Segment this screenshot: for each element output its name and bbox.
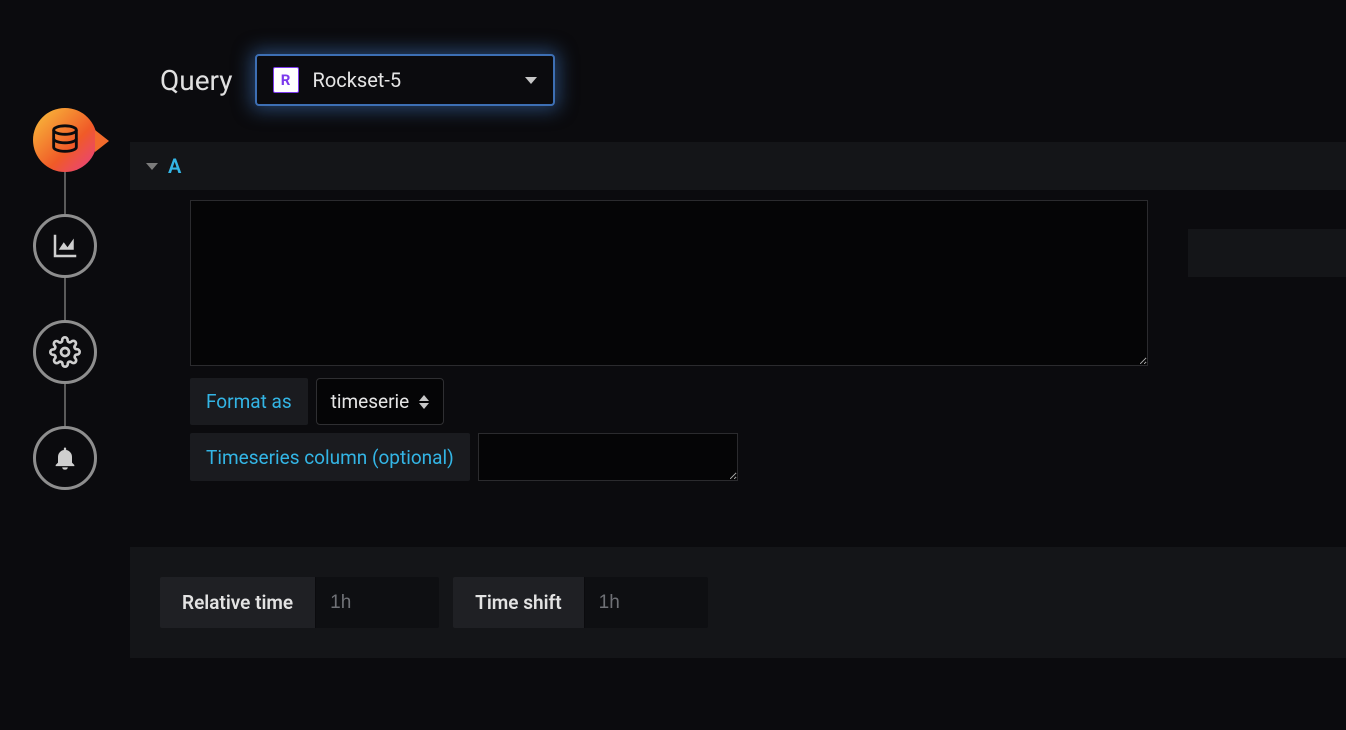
timeseries-column-input[interactable]	[478, 433, 738, 481]
gear-icon	[49, 336, 81, 368]
time-shift-label: Time shift	[453, 577, 584, 628]
tab-settings[interactable]	[33, 320, 97, 384]
query-textarea[interactable]	[190, 200, 1148, 366]
relative-time-label: Relative time	[160, 577, 315, 628]
query-header: Query R Rockset-5	[130, 36, 1346, 142]
relative-time-field: Relative time	[160, 577, 439, 628]
format-as-select[interactable]: timeserie	[316, 378, 445, 425]
main-panel: Query R Rockset-5 A Format as timeserie	[130, 0, 1346, 730]
query-editor: Format as timeserie Timeseries column (o…	[130, 190, 1346, 491]
chart-icon	[50, 231, 80, 261]
query-row-panel: A	[130, 142, 1346, 190]
chevron-down-icon	[146, 163, 158, 170]
query-row-id: A	[168, 154, 181, 178]
tab-visualization[interactable]	[33, 214, 97, 278]
bell-icon	[51, 444, 79, 472]
datasource-label: Rockset-5	[313, 68, 511, 92]
query-title: Query	[160, 64, 233, 97]
tab-datasource[interactable]	[33, 108, 97, 172]
query-row-toggle[interactable]: A	[130, 142, 1346, 190]
tab-rail	[0, 0, 130, 730]
datasource-select[interactable]: R Rockset-5	[255, 54, 555, 106]
time-shift-field: Time shift	[453, 577, 708, 628]
timeseries-column-label: Timeseries column (optional)	[190, 433, 470, 481]
tab-alert[interactable]	[33, 426, 97, 490]
chevron-down-icon	[525, 77, 537, 84]
format-as-label: Format as	[190, 378, 308, 425]
format-as-value: timeserie	[331, 390, 410, 413]
side-block	[1188, 229, 1346, 277]
select-arrows-icon	[419, 395, 429, 409]
relative-time-input[interactable]	[315, 577, 439, 628]
time-shift-input[interactable]	[584, 577, 708, 628]
time-range-panel: Relative time Time shift	[130, 547, 1346, 658]
datasource-icon: R	[273, 67, 299, 93]
database-icon	[48, 123, 82, 157]
